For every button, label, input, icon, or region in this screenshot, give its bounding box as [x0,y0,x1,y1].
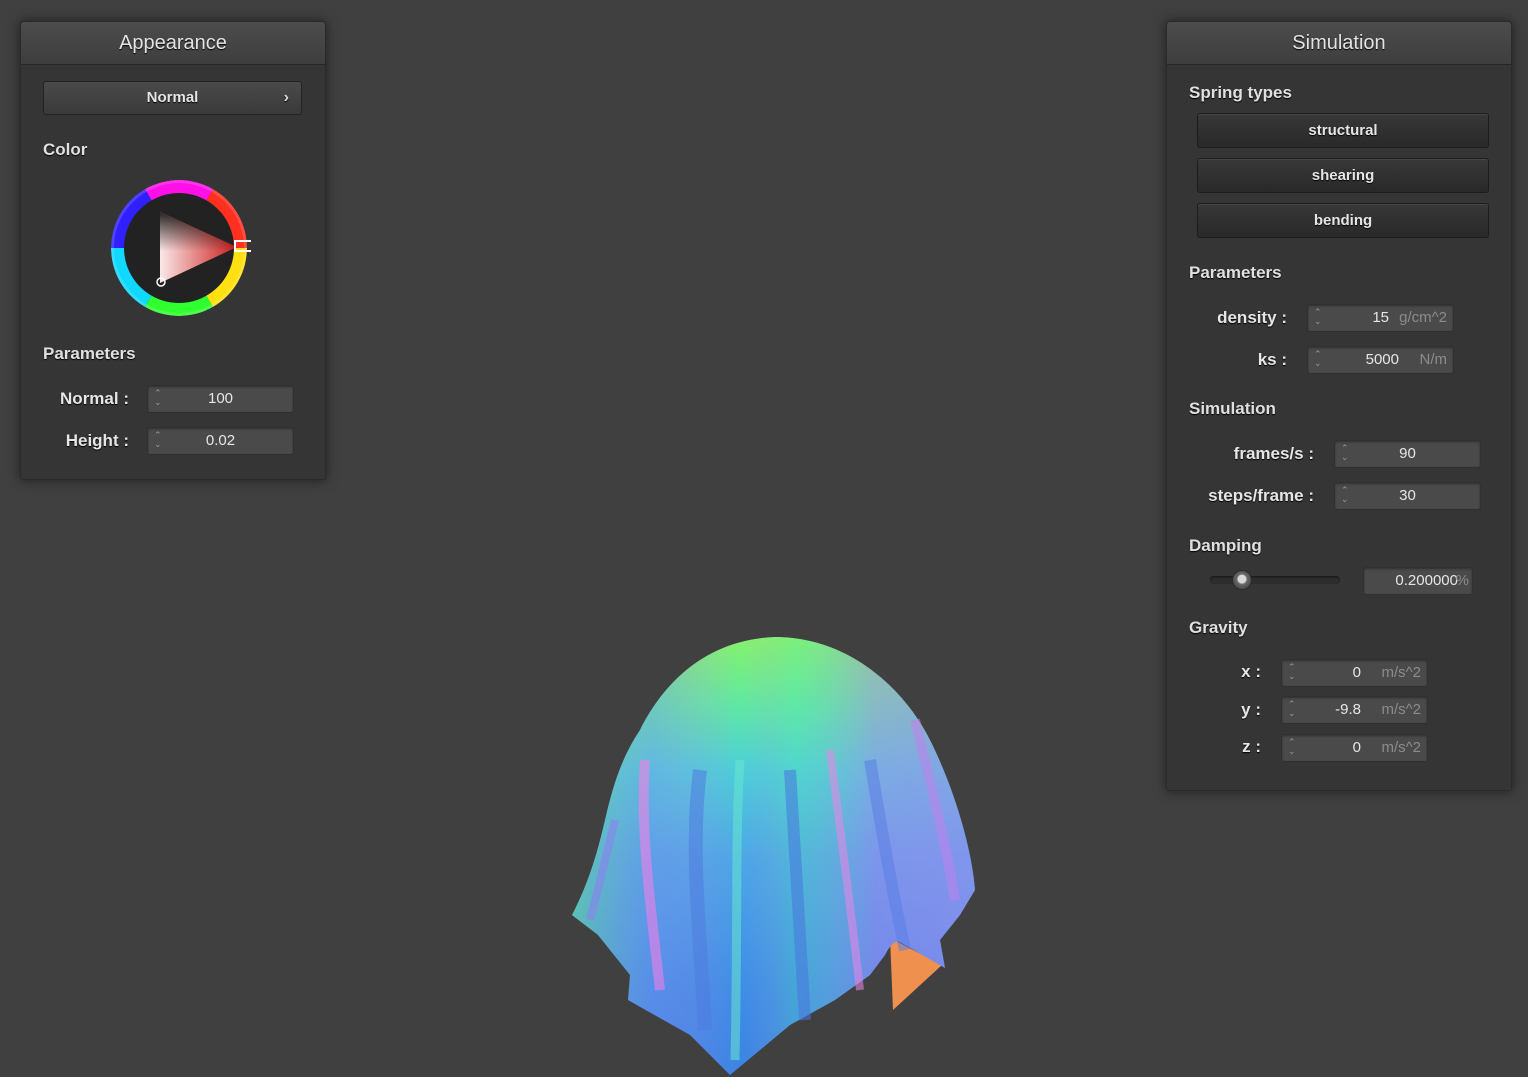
stepper-icon[interactable]: ⌃ ⌄ [1314,308,1324,328]
gravity-y-value: -9.8 [1335,701,1361,718]
stepper-icon[interactable]: ⌃ ⌄ [1288,700,1298,720]
structural-spring-button[interactable]: structural [1197,113,1489,148]
gravity-title: Gravity [1189,618,1248,637]
gravity-y-label: y : [1241,700,1261,719]
gravity-z-field[interactable]: ⌃ ⌄ 0 m/s^2 [1281,734,1428,762]
damping-slider[interactable] [1210,576,1340,584]
frames-per-second-label: frames/s : [1233,444,1314,463]
steps-per-frame-value: 30 [1399,487,1416,504]
ks-value: 5000 [1365,351,1399,368]
simulation-parameters-title: Parameters [1189,263,1282,282]
gravity-x-value: 0 [1352,664,1361,681]
bending-spring-button[interactable]: bending [1197,203,1489,238]
damping-slider-knob[interactable] [1232,570,1253,590]
simulation-panel-title[interactable]: Simulation [1167,22,1511,65]
ks-label: ks : [1257,350,1287,369]
shearing-spring-button[interactable]: shearing [1197,158,1489,193]
chevron-right-icon: › [283,89,289,106]
gravity-x-label: x : [1241,662,1261,681]
damping-value: 0.200000 [1395,572,1458,589]
gravity-x-field[interactable]: ⌃ ⌄ 0 m/s^2 [1281,659,1428,687]
gravity-z-unit: m/s^2 [1381,739,1421,756]
ks-field[interactable]: ⌃ ⌄ 5000 N/m [1307,346,1454,374]
appearance-panel-title[interactable]: Appearance [21,22,325,65]
normal-field[interactable]: ⌃ ⌄ 100 [147,385,294,413]
damping-field[interactable]: 0.200000 % [1363,567,1473,595]
shader-popup-label: Normal [146,89,199,106]
frames-per-second-value: 90 [1399,445,1416,462]
height-label: Height : [65,431,129,450]
color-wheel[interactable] [107,176,251,320]
stepper-icon[interactable]: ⌃ ⌄ [1314,350,1324,370]
gravity-y-unit: m/s^2 [1381,701,1421,718]
shader-popup-button[interactable]: Normal › [43,81,302,115]
appearance-parameters-title: Parameters [43,344,136,363]
density-unit: g/cm^2 [1399,309,1447,326]
density-label: density : [1217,308,1287,327]
density-value: 15 [1372,309,1389,326]
gravity-x-unit: m/s^2 [1381,664,1421,681]
color-section-title: Color [43,140,88,159]
frames-per-second-field[interactable]: ⌃ ⌄ 90 [1334,440,1481,468]
ks-unit: N/m [1419,351,1448,368]
height-field[interactable]: ⌃ ⌄ 0.02 [147,427,294,455]
gravity-z-label: z : [1242,737,1261,756]
3d-viewport[interactable]: Appearance Normal › Color Parameters Nor… [0,0,1528,1077]
height-value: 0.02 [205,432,236,449]
spring-types-title: Spring types [1189,83,1292,102]
stepper-icon[interactable]: ⌃ ⌄ [1288,738,1298,758]
steps-per-frame-field[interactable]: ⌃ ⌄ 30 [1334,482,1481,510]
damping-title: Damping [1189,536,1262,555]
gravity-y-field[interactable]: ⌃ ⌄ -9.8 m/s^2 [1281,696,1428,724]
steps-per-frame-label: steps/frame : [1208,486,1314,505]
appearance-panel: Appearance Normal › Color Parameters Nor… [20,21,326,480]
density-field[interactable]: ⌃ ⌄ 15 g/cm^2 [1307,304,1454,332]
stepper-icon[interactable]: ⌃ ⌄ [1288,663,1298,683]
damping-unit: % [1455,572,1469,589]
gravity-z-value: 0 [1352,739,1361,756]
normal-value: 100 [207,390,234,407]
simulation-section-title: Simulation [1189,399,1276,418]
normal-label: Normal : [60,389,129,408]
simulation-panel: Simulation Spring types structural shear… [1166,21,1512,791]
